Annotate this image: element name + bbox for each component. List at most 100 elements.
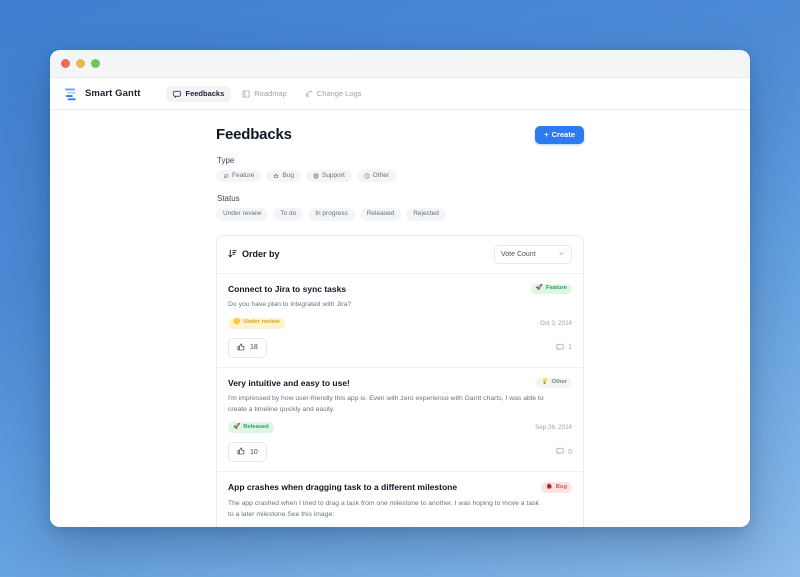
clock-icon [364,173,370,179]
feedback-icon [173,90,182,98]
type-filter-label: Type [217,155,235,165]
feedback-description: Do you have plan to integrated with Jira… [228,301,352,309]
rocket-icon [223,173,229,179]
bug-icon [273,173,279,179]
feedback-description: I'm impressed by how user-friendly this … [228,395,544,413]
feedback-description: The app crashed when I tried to drag a t… [228,500,539,518]
feedback-type-label: Other [551,379,567,386]
status-filter-chips: Under review To do In progress Released … [216,208,584,221]
feedback-title[interactable]: Connect to Jira to sync tasks [228,284,346,295]
feedback-item[interactable]: Very intuitive and easy to use! 💡 Other … [217,366,583,472]
maximize-window-button[interactable] [91,59,100,68]
vote-count: 18 [250,344,258,352]
minimize-window-button[interactable] [76,59,85,68]
type-chip-support[interactable]: Support [305,169,352,182]
change-logs-icon [305,90,313,98]
create-button-label: Create [551,130,575,139]
feedback-actions: 18 1 [228,337,572,358]
feedback-title[interactable]: App crashes when dragging task to a diff… [228,482,457,493]
vote-button[interactable]: 10 [228,442,267,463]
page-title: Feedbacks [216,126,292,144]
type-chip-other[interactable]: Other [356,169,397,182]
page-header: Feedbacks + Create [216,126,584,144]
feedback-meta: 🟡 Under review Oct 3, 2024 [228,317,572,329]
order-bar: Order by Vote Count [217,236,583,273]
tab-roadmap-label: Roadmap [254,88,287,98]
feedback-type-emoji: 💡 [541,379,549,386]
feedback-list-card: Order by Vote Count Connect to Jira to s… [216,234,584,527]
tab-feedbacks-label: Feedbacks [185,88,225,98]
thumbs-up-icon [237,447,245,457]
feedback-status-emoji: 🟡 [233,319,241,326]
comment-group[interactable]: 0 [556,447,572,457]
type-filter-chips: Feature Bug Support Other [216,169,584,182]
feedback-type-badge: 🐞 Bug [540,482,572,494]
type-chip-bug-label: Bug [282,171,294,179]
status-chip-rejected[interactable]: Rejected [406,208,446,221]
brand[interactable]: Smart Gantt [64,87,140,101]
status-chip-under-review-label: Under review [223,210,262,217]
page-body: Feedbacks + Create Type Feature Bug Supp… [50,110,750,527]
status-chip-in-progress[interactable]: In progress [308,208,355,221]
feedback-title[interactable]: Very intuitive and easy to use! [228,378,350,389]
comment-icon [556,343,564,353]
plus-icon: + [544,130,549,139]
tab-roadmap[interactable]: Roadmap [235,86,294,102]
comment-icon [556,447,564,457]
feedback-type-badge: 🚀 Feature [530,283,572,295]
type-chip-feature[interactable]: Feature [216,169,262,182]
status-chip-to-do[interactable]: To do [273,208,304,221]
feedback-status-label: Released [243,423,269,430]
feedback-type-emoji: 🐞 [545,483,553,490]
feedback-meta: 🚀 Released Sep 26, 2024 [228,422,572,434]
status-filter-label: Status [217,194,240,203]
type-chip-feature-label: Feature [232,171,255,179]
feedback-actions: 10 0 [228,442,572,463]
feedback-status-badge: 🟡 Under review [228,317,285,329]
status-chip-released[interactable]: Released [359,208,402,221]
feedback-type-emoji: 🚀 [535,285,544,291]
window-titlebar [50,50,750,78]
feedback-item[interactable]: App crashes when dragging task to a diff… [217,471,583,527]
order-by-select[interactable]: Vote Count [494,244,572,264]
app-window: Smart Gantt Feedbacks Roadmap Change Log… [50,50,750,527]
brand-name: Smart Gantt [85,88,141,99]
nav-tabs: Feedbacks Roadmap Change Logs [166,85,369,102]
vote-button[interactable]: 18 [228,337,267,358]
content-column: Feedbacks + Create Type Feature Bug Supp… [216,126,584,527]
feedback-header: Very intuitive and easy to use! 💡 Other [228,377,572,389]
feedback-type-label: Bug [555,483,567,490]
feedback-status-emoji: 🚀 [233,423,241,430]
tab-change-logs[interactable]: Change Logs [298,86,369,102]
close-window-button[interactable] [61,59,70,68]
comment-count: 1 [568,344,572,352]
comment-count: 0 [568,448,572,456]
app-navbar: Smart Gantt Feedbacks Roadmap Change Log… [50,78,750,110]
order-by-group: Order by [228,249,280,260]
type-chip-support-label: Support [321,171,345,179]
type-chip-other-label: Other [372,171,390,179]
status-chip-released-label: Released [366,210,395,217]
create-button[interactable]: + Create [535,126,584,144]
comment-group[interactable]: 1 [556,343,572,353]
status-chip-rejected-label: Rejected [413,210,439,217]
order-by-select-value: Vote Count [501,250,536,258]
type-chip-bug[interactable]: Bug [266,169,301,182]
feedback-type-badge: 💡 Other [536,377,572,389]
smart-gantt-logo-icon [64,87,78,101]
status-chip-to-do-label: To do [280,210,297,217]
feedback-status-badge: 🚀 Released [228,422,274,434]
feedback-item[interactable]: Connect to Jira to sync tasks 🚀 Feature … [217,272,583,367]
lifebuoy-icon [313,173,319,179]
status-chip-in-progress-label: In progress [315,210,348,217]
feedback-date: Oct 3, 2024 [540,319,572,327]
sort-descending-icon [228,249,237,260]
feedback-date: Sep 26, 2024 [535,424,572,432]
feedback-header: Connect to Jira to sync tasks 🚀 Feature [228,283,572,295]
tab-feedbacks[interactable]: Feedbacks [166,85,232,102]
vote-count: 10 [250,448,258,456]
tab-change-logs-label: Change Logs [316,88,362,98]
thumbs-up-icon [237,343,245,353]
status-chip-under-review[interactable]: Under review [216,208,269,221]
roadmap-icon [242,90,250,98]
